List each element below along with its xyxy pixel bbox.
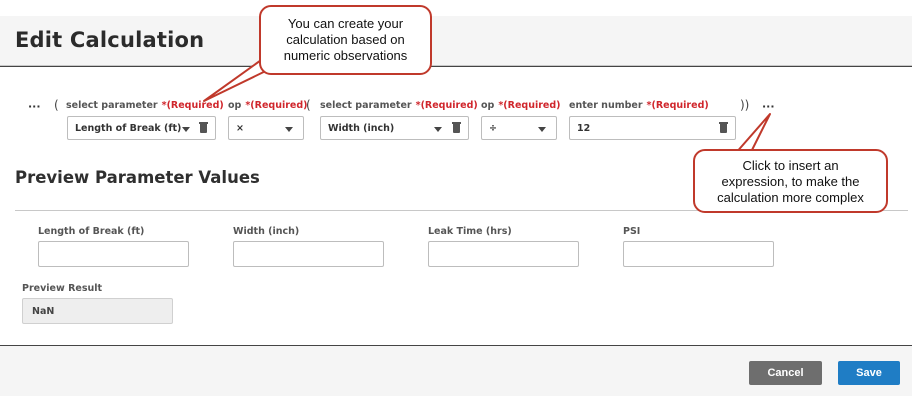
preview-input-width[interactable]	[233, 241, 384, 267]
preview-input-length[interactable]	[38, 241, 189, 267]
field-label: op *(Required)	[481, 100, 561, 111]
param-label: PSI	[623, 226, 641, 237]
preview-result-field: NaN	[22, 298, 173, 324]
callout-top: You can create your calculation based on…	[259, 5, 432, 75]
parameter-select-1[interactable]: Length of Break (ft)	[67, 116, 216, 140]
divider	[0, 66, 912, 67]
preview-input-psi[interactable]	[623, 241, 774, 267]
close-parens: ))	[740, 98, 750, 112]
cancel-button[interactable]: Cancel	[749, 361, 822, 385]
preview-result-label: Preview Result	[22, 283, 103, 294]
insert-expression-left-button[interactable]: ···	[28, 100, 41, 113]
param-label: Length of Break (ft)	[38, 226, 145, 237]
chevron-down-icon	[285, 127, 293, 132]
open-paren: (	[306, 98, 311, 112]
open-paren: (	[54, 98, 59, 112]
header: Edit Calculation	[0, 16, 912, 66]
field-label: enter number *(Required)	[569, 100, 709, 111]
footer: Cancel Save	[0, 345, 912, 396]
chevron-down-icon	[182, 127, 190, 132]
trash-icon[interactable]	[719, 122, 728, 133]
number-input[interactable]: 12	[569, 116, 736, 140]
preview-input-leak-time[interactable]	[428, 241, 579, 267]
top-strip	[0, 0, 912, 16]
callout-right: Click to insert an expression, to make t…	[693, 149, 888, 213]
trash-icon[interactable]	[199, 122, 208, 133]
param-label: Leak Time (hrs)	[428, 226, 512, 237]
page-title: Edit Calculation	[15, 28, 205, 52]
chevron-down-icon	[434, 127, 442, 132]
operator-select-1[interactable]: ×	[228, 116, 304, 140]
preview-title: Preview Parameter Values	[15, 168, 260, 187]
parameter-select-2[interactable]: Width (inch)	[320, 116, 469, 140]
chevron-down-icon	[538, 127, 546, 132]
save-button[interactable]: Save	[838, 361, 900, 385]
field-label: select parameter *(Required)	[320, 100, 478, 111]
operator-select-2[interactable]: ÷	[481, 116, 557, 140]
param-label: Width (inch)	[233, 226, 300, 237]
field-label: select parameter *(Required)	[66, 100, 224, 111]
field-label: op *(Required)	[228, 100, 308, 111]
insert-expression-right-button[interactable]: ···	[762, 100, 775, 113]
trash-icon[interactable]	[452, 122, 461, 133]
